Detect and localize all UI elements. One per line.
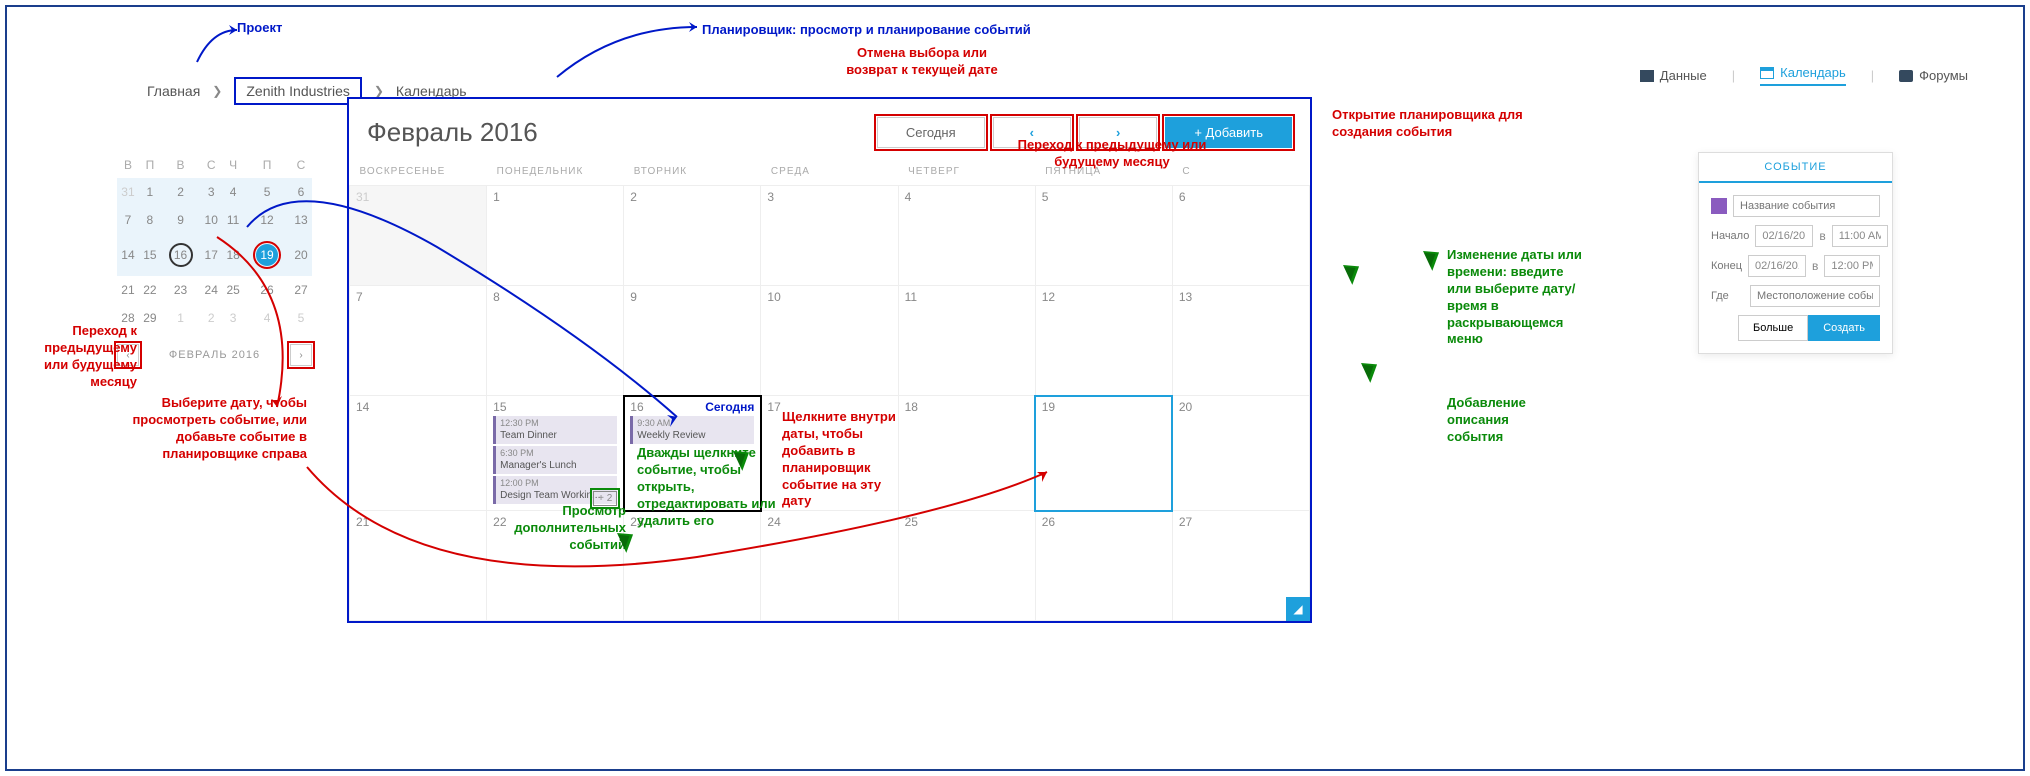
ann-mininav: Переход к предыдущему или будущему месяц… xyxy=(17,323,137,391)
mini-today[interactable]: 16 xyxy=(161,234,200,276)
ann-clickdate: Щелкните внутри даты, чтобы добавить в п… xyxy=(782,409,912,510)
day-cell[interactable]: 1 xyxy=(487,186,624,286)
event-item[interactable]: 9:30 AMWeekly Review xyxy=(630,416,754,444)
ann-changedt: Изменение даты или времени: введите или … xyxy=(1447,247,1587,348)
day-cell[interactable]: 26 xyxy=(1035,511,1172,621)
day-cell[interactable]: 11 xyxy=(898,286,1035,396)
tab-calendar[interactable]: Календарь xyxy=(1760,65,1846,86)
mini-next-month[interactable]: › xyxy=(290,344,312,366)
more-button[interactable]: Больше xyxy=(1738,315,1808,341)
day-cell[interactable]: 6 xyxy=(1172,186,1309,286)
ann-dblclick: Дважды щелкните событие, чтобы открыть, … xyxy=(637,445,782,529)
ann-viewmore: Просмотр дополнительных событий xyxy=(486,503,626,554)
day-cell[interactable]: 9 xyxy=(624,286,761,396)
location-input[interactable] xyxy=(1750,285,1880,307)
event-item[interactable]: 6:30 PMManager's Lunch xyxy=(493,446,617,474)
mini-month-label: ФЕВРАЛЬ 2016 xyxy=(169,349,260,361)
start-time-input[interactable] xyxy=(1832,225,1888,247)
day-cell[interactable]: 18 xyxy=(898,396,1035,511)
ann-adddesc: Добавление описания события xyxy=(1447,395,1567,446)
data-icon xyxy=(1640,70,1654,82)
ann-today: Отмена выбора или возврат к текущей дате xyxy=(832,45,1012,79)
start-label: Начало xyxy=(1711,230,1749,242)
day-cell[interactable]: 13 xyxy=(1172,286,1309,396)
day-cell[interactable]: 20 xyxy=(1172,396,1309,511)
where-label: Где xyxy=(1711,290,1744,302)
day-cell[interactable]: 31 xyxy=(350,186,487,286)
day-cell[interactable]: 12 xyxy=(1035,286,1172,396)
day-cell[interactable]: 14 xyxy=(350,396,487,511)
ann-scheduler: Планировщик: просмотр и планирование соб… xyxy=(702,22,1031,39)
today-button[interactable]: Сегодня xyxy=(877,117,985,148)
tab-data[interactable]: Данные xyxy=(1640,68,1707,83)
start-date-input[interactable] xyxy=(1755,225,1813,247)
day-cell[interactable]: 5 xyxy=(1035,186,1172,286)
tab-forums[interactable]: Форумы xyxy=(1899,68,1968,83)
chevron-right-icon: ❯ xyxy=(212,84,222,98)
corner-flag-icon[interactable]: ◢ xyxy=(1286,597,1310,621)
day-cell[interactable]: 7 xyxy=(350,286,487,396)
forums-icon xyxy=(1899,70,1913,82)
end-label: Конец xyxy=(1711,260,1742,272)
day-cell[interactable]: 25 xyxy=(898,511,1035,621)
mini-selected[interactable]: 19 xyxy=(244,234,290,276)
calendar-title: Февраль 2016 xyxy=(367,117,538,148)
end-time-input[interactable] xyxy=(1824,255,1880,277)
calendar-icon xyxy=(1760,67,1774,79)
create-button[interactable]: Создать xyxy=(1808,315,1880,341)
ann-navmonth: Переход к предыдущему или будущему месяц… xyxy=(997,137,1227,171)
day-cell[interactable]: 3 xyxy=(761,186,898,286)
day-cell-selected[interactable]: 19 xyxy=(1035,396,1172,511)
end-date-input[interactable] xyxy=(1748,255,1806,277)
mini-calendar: ВПВСЧПС 31123456 78910111213 14151617181… xyxy=(117,152,312,366)
day-cell[interactable]: 8 xyxy=(487,286,624,396)
day-cell[interactable]: 2 xyxy=(624,186,761,286)
day-cell[interactable]: 15 12:30 PMTeam Dinner 6:30 PMManager's … xyxy=(487,396,624,511)
day-cell[interactable]: 10 xyxy=(761,286,898,396)
event-name-input[interactable] xyxy=(1733,195,1880,217)
color-swatch[interactable] xyxy=(1711,198,1727,214)
day-cell[interactable]: 21 xyxy=(350,511,487,621)
event-item[interactable]: 12:30 PMTeam Dinner xyxy=(493,416,617,444)
ann-opensched: Открытие планировщика для создания событ… xyxy=(1332,107,1542,141)
day-cell[interactable]: 4 xyxy=(898,186,1035,286)
crumb-project[interactable]: Zenith Industries xyxy=(234,77,362,105)
chevron-right-icon: ❯ xyxy=(374,84,384,98)
ann-project: Проект xyxy=(237,20,282,37)
panel-tab-event[interactable]: СОБЫТИЕ xyxy=(1699,153,1892,183)
crumb-home[interactable]: Главная xyxy=(147,83,200,99)
ann-pickdate: Выберите дату, чтобы просмотреть событие… xyxy=(112,395,307,463)
view-tabs: Данные | Календарь | Форумы xyxy=(1640,65,1968,86)
event-panel: СОБЫТИЕ Начало в Конец в Где xyxy=(1698,152,1893,354)
